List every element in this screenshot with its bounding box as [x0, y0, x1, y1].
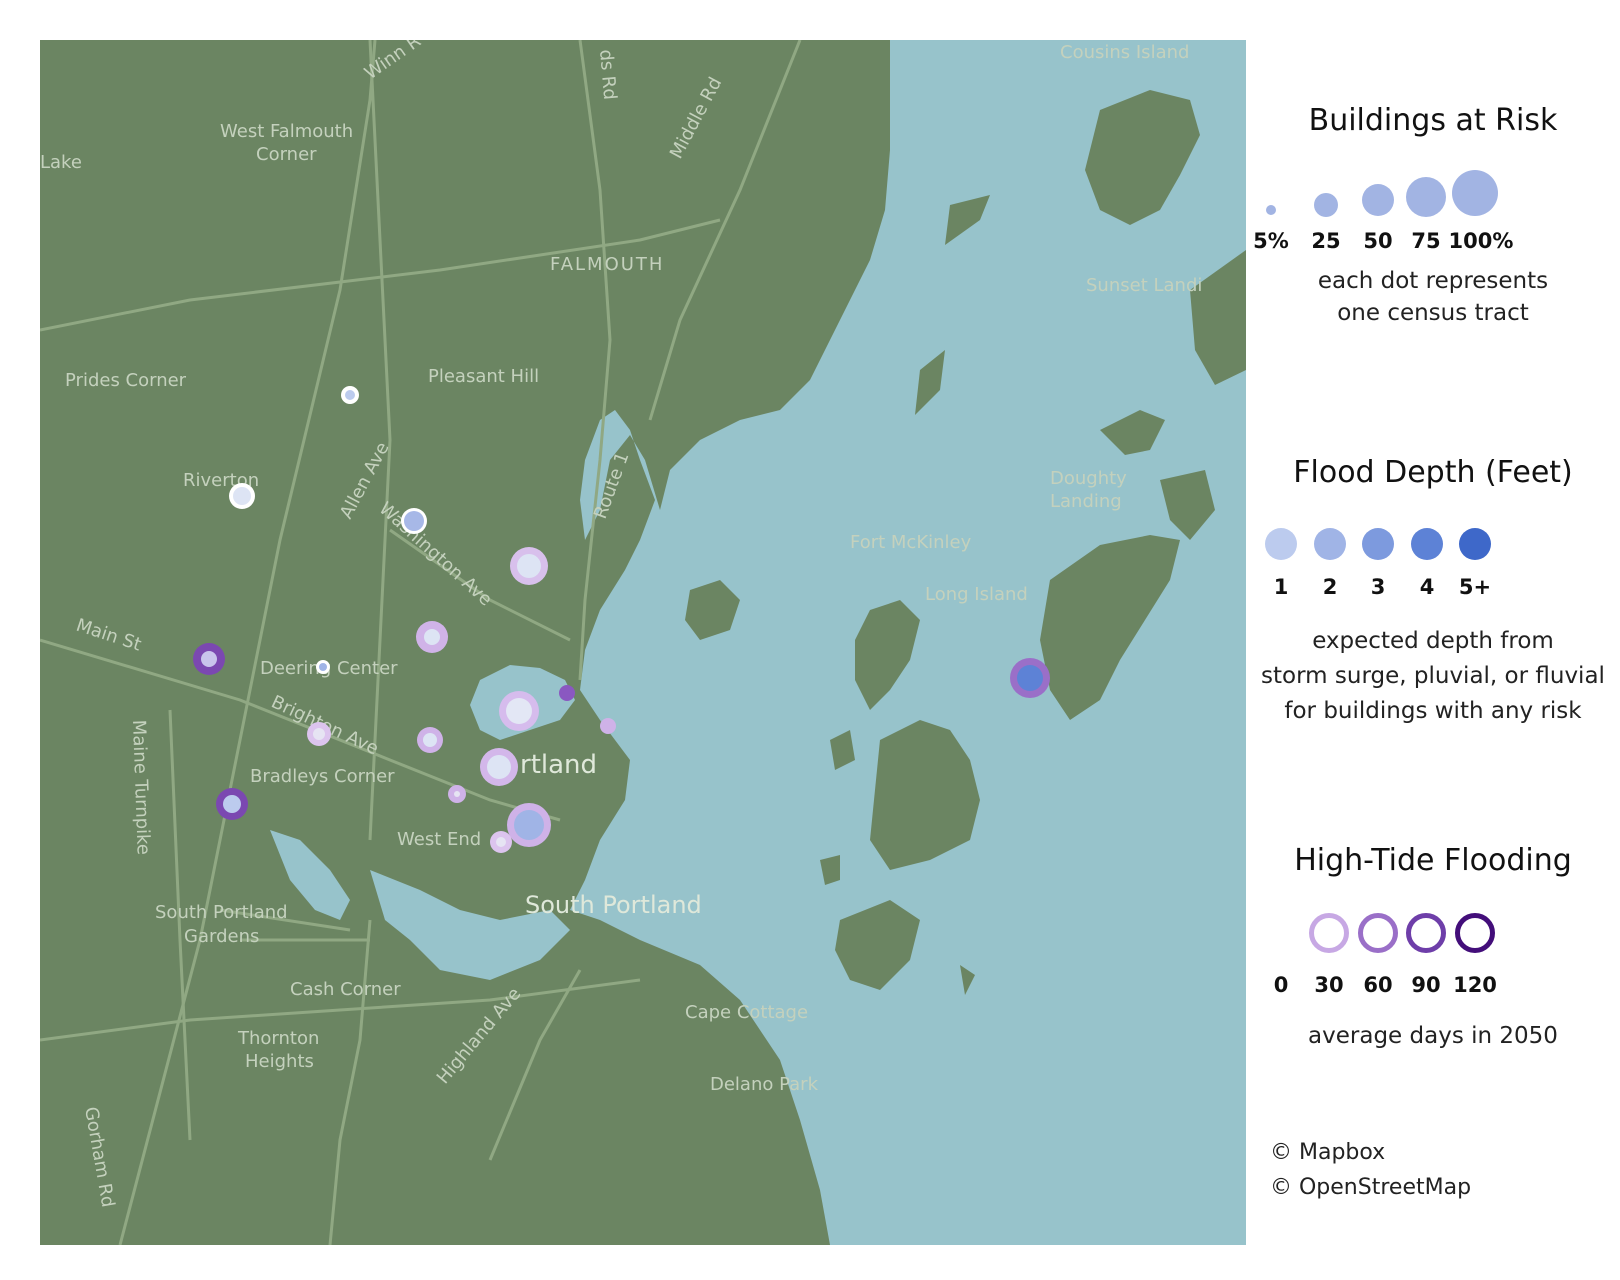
map-label-west-falmouth-2: Corner: [256, 144, 317, 165]
mapbox-credit[interactable]: © Mapbox: [1270, 1140, 1385, 1165]
size-dot-100: [1452, 170, 1498, 216]
tide-legend-title: High-Tide Flooding: [1294, 843, 1572, 878]
map-label-cousins: Cousins Island: [1060, 42, 1189, 63]
map-label-lake: Lake: [40, 152, 82, 173]
map-label-ds-rd: ds Rd: [595, 49, 620, 101]
map-label-west-falmouth-1: West Falmouth: [220, 121, 353, 142]
map-label-cash: Cash Corner: [290, 979, 401, 1000]
depth-label: 5+: [1458, 575, 1492, 599]
depth-dot-4: [1411, 528, 1443, 560]
tract-marker[interactable]: [229, 483, 255, 509]
tract-marker[interactable]: [307, 722, 331, 746]
map-label-bradleys: Bradleys Corner: [250, 766, 395, 787]
tract-marker[interactable]: [559, 685, 575, 701]
tract-marker[interactable]: [499, 691, 539, 731]
depth-dot-5plus: [1459, 528, 1491, 560]
tract-marker[interactable]: [448, 785, 466, 803]
tide-label: 120: [1453, 973, 1497, 997]
map-label-cape: Cape Cottage: [685, 1002, 808, 1023]
map-label-west-end: West End: [397, 829, 481, 850]
depth-dot-2: [1314, 528, 1346, 560]
map-label-pleasant-hill: Pleasant Hill: [428, 366, 539, 387]
tract-marker[interactable]: [1010, 658, 1050, 698]
size-dot-50: [1362, 184, 1394, 216]
map-label-delano: Delano Park: [710, 1074, 819, 1095]
tide-note: average days in 2050: [1308, 1023, 1558, 1049]
map-label-long-island: Long Island: [925, 584, 1028, 605]
buildings-note-line2: one census tract: [1337, 300, 1529, 326]
tract-marker[interactable]: [416, 621, 448, 653]
tide-ring-30: [1309, 913, 1349, 953]
map-label-prides: Prides Corner: [65, 370, 187, 391]
map-legend: Buildings at Risk 5% 25 50 75 100% each …: [1246, 0, 1620, 1280]
map-label-doughty-2: Landing: [1050, 491, 1122, 512]
depth-legend-title: Flood Depth (Feet): [1293, 455, 1573, 490]
size-dot-5: [1266, 205, 1276, 215]
map-label-portland: rtland: [520, 750, 597, 780]
tide-ring-120: [1455, 913, 1495, 953]
map-label-spg-2: Gardens: [184, 926, 259, 947]
size-label: 100%: [1448, 229, 1514, 253]
depth-note-line1: expected depth from: [1312, 628, 1554, 654]
map-canvas[interactable]: Winn R ds Rd Middle Rd Cousins Island We…: [40, 40, 1246, 1245]
buildings-legend-title: Buildings at Risk: [1308, 103, 1558, 138]
depth-dot-3: [1362, 528, 1394, 560]
size-label: 25: [1311, 229, 1341, 253]
tract-marker[interactable]: [510, 547, 548, 585]
map-label-spg-1: South Portland: [155, 902, 288, 923]
tract-marker[interactable]: [490, 831, 512, 853]
size-dot-25: [1314, 193, 1338, 217]
tract-marker[interactable]: [480, 748, 518, 786]
depth-dot-1: [1265, 528, 1297, 560]
map-label-falmouth: FALMOUTH: [550, 254, 664, 275]
tract-marker[interactable]: [316, 660, 330, 674]
tract-marker[interactable]: [216, 788, 248, 820]
osm-credit[interactable]: © OpenStreetMap: [1270, 1175, 1471, 1200]
map-label-sunset: Sunset Landi: [1086, 275, 1202, 296]
depth-note-line2: storm surge, pluvial, or fluvial: [1261, 663, 1605, 689]
tract-marker[interactable]: [600, 718, 616, 734]
size-label: 5%: [1253, 229, 1289, 253]
map-label-doughty-1: Doughty: [1050, 468, 1127, 489]
tract-marker[interactable]: [417, 727, 443, 753]
map-label-thornton-2: Heights: [245, 1051, 314, 1072]
map-label-fort-mckinley: Fort McKinley: [850, 532, 972, 553]
tract-marker[interactable]: [507, 803, 551, 847]
size-dot-75: [1406, 177, 1446, 217]
buildings-note-line1: each dot represents: [1317, 268, 1549, 294]
tide-ring-60: [1358, 913, 1398, 953]
tract-marker[interactable]: [341, 386, 359, 404]
map-label-thornton-1: Thornton: [237, 1028, 319, 1049]
tide-ring-90: [1406, 913, 1446, 953]
tract-marker[interactable]: [193, 643, 225, 675]
depth-note-line3: for buildings with any risk: [1284, 698, 1582, 724]
tract-marker[interactable]: [401, 508, 427, 534]
map-label-south-portland: South Portland: [525, 891, 702, 919]
